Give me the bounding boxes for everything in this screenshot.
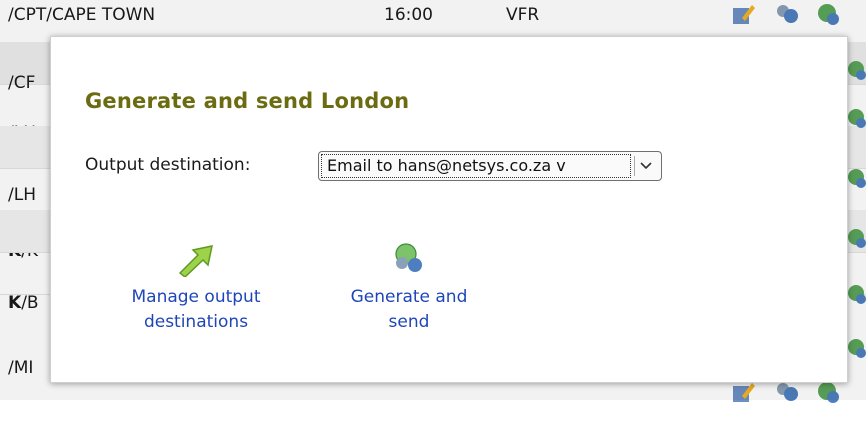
globe-users-icon: [395, 243, 422, 272]
generate-label-line1: Generate and: [350, 287, 468, 307]
chevron-down-icon[interactable]: [634, 156, 657, 176]
generate-label-line2: send: [388, 312, 430, 332]
generate-send-dialog: Generate and send London Output destinat…: [50, 36, 848, 383]
selected-destination: Email to hans@netsys.co.za v: [327, 156, 566, 175]
output-destination-label: Output destination:: [85, 155, 251, 175]
manage-label-line1: Manage output: [131, 287, 261, 307]
dialog-title: Generate and send London: [85, 89, 410, 113]
manage-label-line2: destinations: [143, 312, 249, 332]
output-destination-select[interactable]: Email to hans@netsys.co.za v: [318, 151, 662, 181]
manage-output-destinations-button[interactable]: Manage output destinations: [101, 235, 291, 335]
generate-and-send-button[interactable]: Generate and send: [321, 235, 497, 335]
green-arrow-icon: [178, 245, 213, 277]
